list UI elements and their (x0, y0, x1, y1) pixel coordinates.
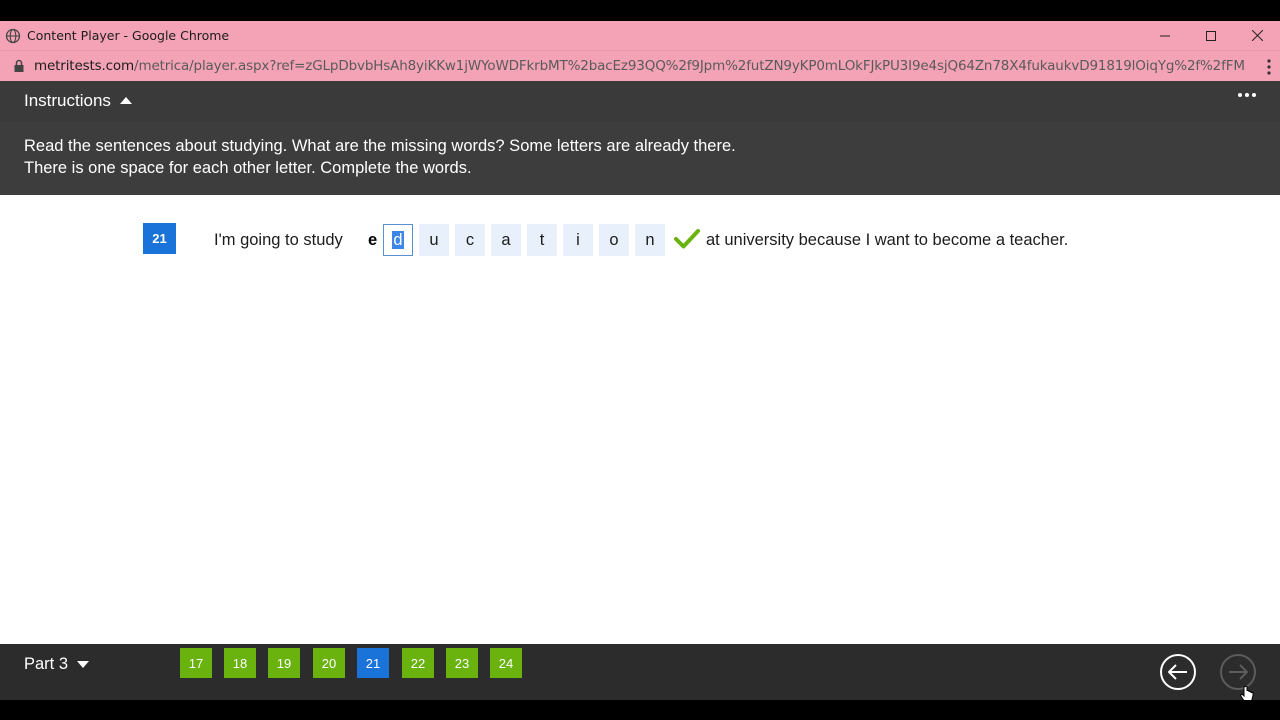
letter-input-8[interactable]: n (635, 224, 665, 256)
instructions-label[interactable]: Instructions (24, 91, 111, 111)
close-window-button[interactable] (1234, 21, 1280, 50)
minimize-icon (1160, 35, 1170, 36)
part-label[interactable]: Part 3 (24, 644, 68, 684)
question-nav-19[interactable]: 19 (268, 648, 300, 678)
maximize-button[interactable] (1188, 21, 1234, 50)
part-selector[interactable]: Part 3 (24, 644, 90, 684)
instructions-text: Read the sentences about studying. What … (0, 121, 1280, 195)
window-title: Content Player - Google Chrome (27, 28, 230, 43)
letter-input-6[interactable]: i (563, 224, 593, 256)
sentence-after: at university because I want to become a… (706, 231, 1069, 249)
more-options-button[interactable] (1238, 93, 1256, 97)
given-letter: e (368, 231, 378, 249)
correct-check-icon (674, 229, 700, 249)
question-area: 21 I'm going to study e d u c a t i o n … (0, 195, 1280, 644)
dot-icon (1238, 93, 1242, 97)
instructions-header[interactable]: Instructions (0, 81, 1280, 121)
question-nav-23[interactable]: 23 (446, 648, 478, 678)
letter-value: d (392, 231, 404, 249)
instructions-line-2: There is one space for each other letter… (24, 158, 472, 177)
previous-arrow-icon[interactable] (1159, 653, 1197, 691)
letter-input-2[interactable]: u (419, 224, 449, 256)
maximize-icon (1206, 30, 1216, 41)
letter-input-7[interactable]: o (599, 224, 629, 256)
close-icon (1251, 30, 1263, 41)
instructions-line-1: Read the sentences about studying. What … (24, 137, 736, 155)
letter-input-1[interactable]: d (383, 224, 413, 256)
question-nav-24[interactable]: 24 (490, 648, 522, 678)
url-host: metritests.com (34, 58, 135, 74)
dot-icon (1245, 93, 1249, 97)
question-number-badge: 21 (143, 223, 176, 254)
letter-input-5[interactable]: t (527, 224, 557, 256)
screen-top-edge (0, 0, 1280, 21)
screen-bottom-edge (0, 700, 1280, 720)
question-nav-20[interactable]: 20 (313, 648, 345, 678)
url-path: /metrica/player.aspx?ref=zGLpDbvbHsAh8yi… (134, 58, 1244, 74)
window-controls (1142, 21, 1280, 50)
navigation-footer: Part 3 17 18 19 20 21 22 23 24 (0, 644, 1280, 700)
caret-down-icon[interactable] (77, 660, 90, 668)
sentence-before: I'm going to study (214, 231, 343, 249)
question-nav-21[interactable]: 21 (357, 648, 389, 678)
caret-up-icon[interactable] (119, 97, 132, 104)
window-titlebar: Content Player - Google Chrome (0, 21, 1280, 50)
globe-icon (5, 28, 21, 43)
dot-icon (1252, 93, 1256, 97)
letter-input-3[interactable]: c (455, 224, 485, 256)
question-nav-18[interactable]: 18 (224, 648, 256, 678)
lock-icon (14, 59, 24, 72)
address-bar[interactable]: metritests.com/metrica/player.aspx?ref=z… (0, 50, 1280, 81)
letter-input-4[interactable]: a (491, 224, 521, 256)
minimize-button[interactable] (1142, 21, 1188, 50)
url-text[interactable]: metritests.com/metrica/player.aspx?ref=z… (34, 58, 1244, 74)
question-nav-22[interactable]: 22 (402, 648, 434, 678)
question-nav-17[interactable]: 17 (180, 648, 212, 678)
menu-dots-icon[interactable] (1266, 58, 1272, 76)
